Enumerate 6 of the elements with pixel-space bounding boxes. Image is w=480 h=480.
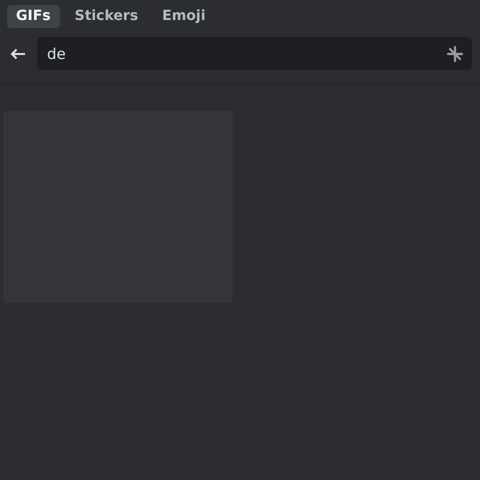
back-arrow-icon[interactable] bbox=[10, 48, 26, 60]
spinner-icon bbox=[446, 45, 464, 63]
tab[interactable]: GIFs bbox=[7, 5, 60, 28]
search-field[interactable]: de bbox=[37, 37, 472, 70]
tab[interactable]: Stickers bbox=[66, 5, 148, 28]
tab[interactable]: Emoji bbox=[153, 5, 215, 28]
